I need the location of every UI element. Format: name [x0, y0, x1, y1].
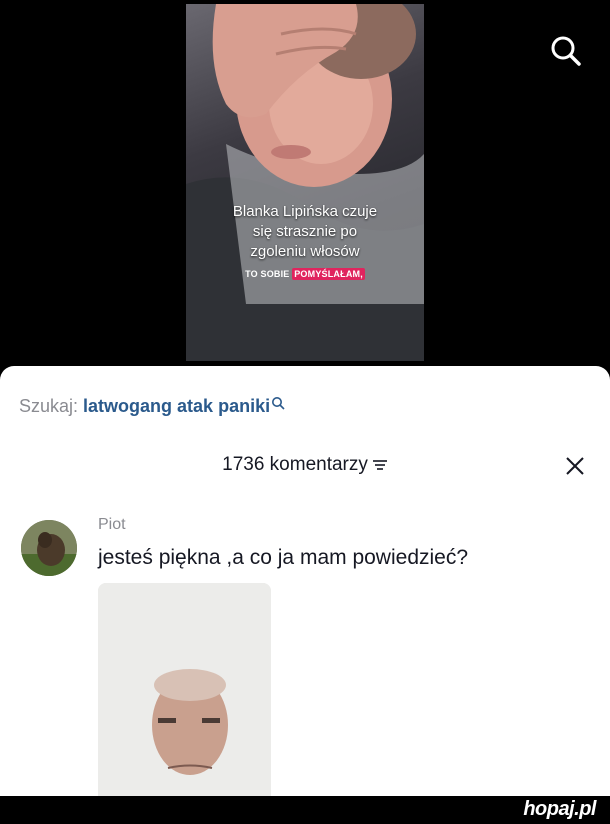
filter-icon[interactable]: [372, 458, 388, 472]
video-caption: Blanka Lipińska czuje się strasznie po z…: [186, 202, 424, 262]
video-thumbnail[interactable]: Blanka Lipińska czuje się strasznie po z…: [186, 4, 424, 361]
close-icon[interactable]: [563, 454, 587, 478]
comment-photo[interactable]: [98, 583, 271, 796]
subcaption-highlight: POMYŚLAŁAM,: [292, 268, 365, 280]
caption-line: Blanka Lipińska czuje: [232, 203, 378, 220]
subcaption-prefix: TO SOBIE: [245, 269, 290, 279]
comment-text: jesteś piękna ,a co ja mam powiedzieć?: [98, 546, 469, 569]
video-frame-image: [186, 4, 424, 361]
search-query[interactable]: latwogang atak paniki: [83, 396, 270, 416]
caption-line: się strasznie po: [252, 223, 358, 240]
avatar-image: [21, 520, 77, 576]
comment-photo-image: [98, 583, 271, 796]
comments-header: 1736 komentarzy: [0, 454, 610, 476]
comment-author[interactable]: Piot: [98, 516, 126, 534]
avatar[interactable]: [21, 520, 77, 576]
search-small-icon: [272, 397, 285, 410]
video-subcaption: TO SOBIE POMYŚLAŁAM,: [186, 268, 424, 280]
comment-count: 1736 komentarzy: [222, 454, 368, 475]
caption-line: zgoleniu włosów: [250, 243, 360, 260]
comments-sheet: Szukaj: latwogang atak paniki 1736 komen…: [0, 366, 610, 796]
footer-bar: hopaj.pl: [0, 796, 610, 824]
search-icon[interactable]: [548, 33, 584, 69]
brand-logo: hopaj.pl: [523, 798, 596, 820]
search-label: Szukaj:: [19, 396, 79, 416]
search-suggestion[interactable]: Szukaj: latwogang atak paniki: [19, 396, 285, 417]
